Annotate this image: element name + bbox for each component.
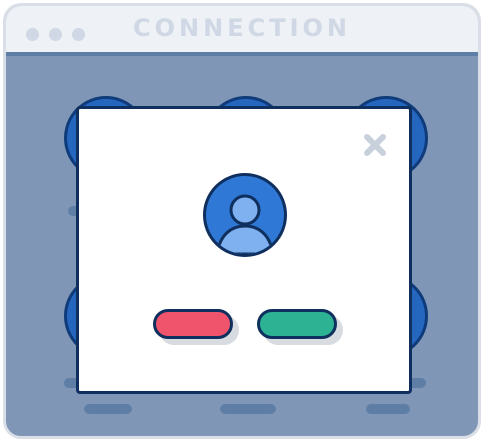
decline-button[interactable] — [153, 309, 233, 339]
connection-modal — [76, 106, 412, 394]
user-avatar-icon — [203, 173, 287, 257]
title-bar: CONNECTION — [6, 6, 478, 56]
background-placeholder-bar — [366, 404, 410, 414]
background-placeholder-bar — [84, 404, 132, 414]
background-placeholder-bar — [220, 404, 276, 414]
accept-button[interactable] — [257, 309, 337, 339]
window-title: CONNECTION — [133, 14, 351, 42]
close-icon[interactable] — [363, 133, 387, 157]
